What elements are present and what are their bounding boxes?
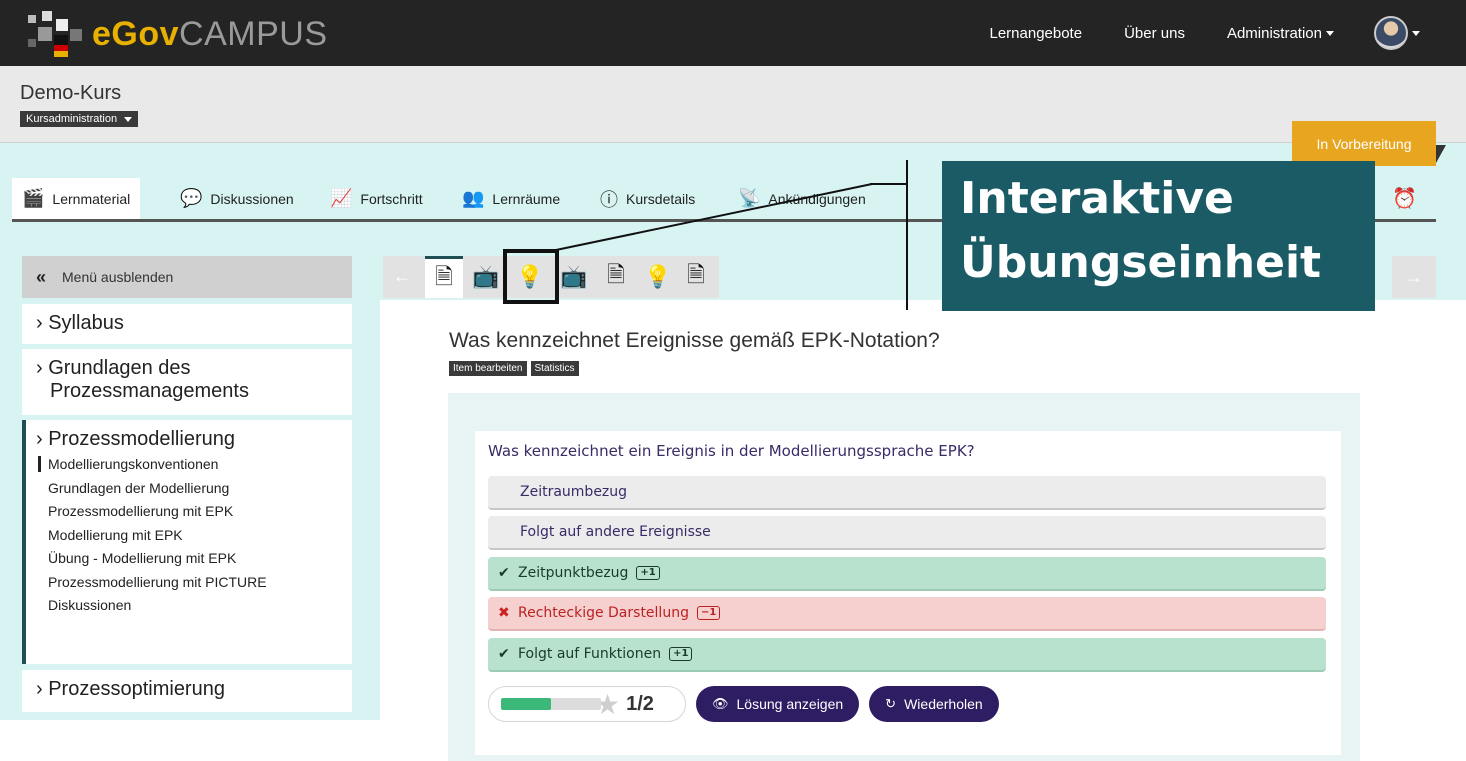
checkmark-icon: ✔ bbox=[498, 646, 510, 662]
annotation-callout: Interaktive Übungseinheit bbox=[942, 161, 1375, 311]
progress-fill bbox=[501, 698, 551, 710]
answer-label: Zeitpunktbezug bbox=[518, 565, 629, 581]
edit-item-button[interactable]: Item bearbeiten bbox=[449, 361, 527, 376]
quiz-question: Was kennzeichnet ein Ereignis in der Mod… bbox=[488, 442, 975, 460]
title-tags: Item bearbeiten Statistics bbox=[449, 361, 583, 376]
answer-label: Folgt auf andere Ereignisse bbox=[520, 524, 711, 540]
retry-label: Wiederholen bbox=[904, 696, 983, 712]
quiz-footer: ★ 1/2 👁 Lösung anzeigen ↻ Wiederholen bbox=[488, 686, 999, 722]
answer-label: Zeitraumbezug bbox=[520, 484, 628, 500]
cross-icon: ✖ bbox=[498, 605, 510, 621]
answer-option-wrong[interactable]: ✖ Rechteckige Darstellung −1 bbox=[488, 597, 1326, 631]
callout-line-2: Übungseinheit bbox=[960, 237, 1322, 288]
answer-label: Rechteckige Darstellung bbox=[518, 605, 689, 621]
checkmark-icon: ✔ bbox=[498, 565, 510, 581]
answer-option-correct[interactable]: ✔ Zeitpunktbezug +1 bbox=[488, 557, 1326, 591]
answer-score: +1 bbox=[669, 647, 693, 661]
answer-option-correct[interactable]: ✔ Folgt auf Funktionen +1 bbox=[488, 638, 1326, 672]
statistics-button[interactable]: Statistics bbox=[530, 361, 579, 376]
answer-option[interactable]: Zeitraumbezug bbox=[488, 476, 1326, 510]
retry-button[interactable]: ↻ Wiederholen bbox=[869, 686, 999, 722]
show-solution-label: Lösung anzeigen bbox=[736, 696, 844, 712]
answer-label: Folgt auf Funktionen bbox=[518, 646, 662, 662]
answer-option[interactable]: Folgt auf andere Ereignisse bbox=[488, 516, 1326, 550]
progress-bar bbox=[501, 698, 601, 710]
show-solution-button[interactable]: 👁 Lösung anzeigen bbox=[696, 686, 860, 722]
answer-score: −1 bbox=[696, 606, 721, 620]
answer-score: +1 bbox=[636, 566, 660, 580]
eye-icon: 👁 bbox=[712, 696, 729, 711]
score-progress: ★ 1/2 bbox=[488, 686, 686, 722]
score-text: 1/2 bbox=[626, 692, 654, 715]
page-title: Was kennzeichnet Ereignisse gemäß EPK-No… bbox=[449, 329, 940, 352]
callout-line-1: Interaktive bbox=[960, 173, 1234, 224]
refresh-icon: ↻ bbox=[885, 696, 897, 711]
